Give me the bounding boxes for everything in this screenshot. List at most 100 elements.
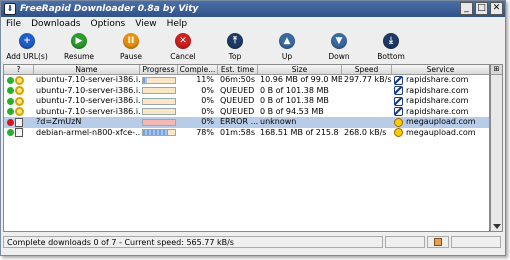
progress-cell	[140, 118, 178, 127]
cancel-button[interactable]: ✕ Cancel	[157, 31, 209, 63]
file-size: unknown	[260, 117, 297, 127]
status-panel	[385, 236, 425, 248]
table-row[interactable]: ?d=ZmUzN 0% ERROR ... unknown megaupload.com	[4, 117, 489, 128]
file-name: ?d=ZmUzN	[36, 117, 82, 127]
file-name: ubuntu-7.10-server-i386.i...	[36, 85, 140, 95]
pause-button[interactable]: II Pause	[105, 31, 157, 63]
status-cell	[4, 86, 34, 96]
column-header-size[interactable]: Size	[258, 65, 342, 74]
menu-downloads[interactable]: Downloads	[26, 19, 85, 29]
column-header-complete[interactable]: Comple...	[178, 65, 218, 74]
service-cell: rapidshare.com	[392, 75, 488, 85]
service-name: megaupload.com	[406, 117, 476, 127]
column-header-speed[interactable]: Speed	[342, 65, 392, 74]
service-name: rapidshare.com	[406, 96, 469, 106]
table-header: ? Name Progress Comple... Est. time Size…	[4, 65, 489, 75]
rapidshare-icon	[394, 107, 403, 117]
toolbar-button-label: Bottom	[377, 52, 405, 61]
service-name: megaupload.com	[406, 127, 476, 137]
top-icon: ⤒	[227, 33, 243, 49]
queued-icon	[15, 107, 24, 117]
bottom-button[interactable]: ⤓ Bottom	[365, 31, 417, 63]
play-icon: ▶	[71, 33, 87, 49]
ok-status-icon	[7, 108, 14, 116]
progress-bar	[142, 118, 176, 126]
ok-status-icon	[7, 129, 14, 137]
file-name: ubuntu-7.10-server-i386.i...	[36, 106, 140, 116]
title-bar[interactable]: ⬇ FreeRapid Downloader 0.8a by Vity _ □ …	[1, 1, 505, 17]
megaupload-icon	[394, 128, 403, 138]
menu-help[interactable]: Help	[162, 19, 193, 29]
file-size: 0 B of 94.53 MB	[260, 106, 324, 116]
down-icon: ▼	[331, 33, 347, 49]
progress-fill	[143, 77, 147, 83]
add-button[interactable]: + Add URL(s)	[1, 31, 53, 63]
est-time: ERROR ...	[220, 117, 258, 127]
toolbar-button-label: Pause	[119, 52, 143, 61]
status-cell	[4, 107, 34, 117]
service-cell: megaupload.com	[392, 117, 488, 127]
vertical-scrollbar[interactable]: ⊞	[490, 64, 503, 232]
toolbar-button-label: Add URL(s)	[6, 52, 48, 61]
complete-percent: 0%	[201, 85, 214, 95]
file-size: 0 B of 101.38 MB	[260, 96, 329, 106]
column-header-est-time[interactable]: Est. time	[218, 65, 258, 74]
progress-bar	[142, 97, 176, 105]
est-time: QUEUED	[220, 85, 255, 95]
status-bar: Complete downloads 0 of 7 - Current spee…	[3, 235, 503, 249]
progress-cell	[140, 107, 178, 116]
queued-icon	[15, 75, 24, 85]
service-cell: rapidshare.com	[392, 107, 488, 117]
table-row[interactable]: ubuntu-7.10-server-i386.i... 0% QUEUED 0 B …	[4, 96, 489, 107]
file-name: ubuntu-7.10-server-i386.i...	[36, 96, 140, 106]
table-row[interactable]: ubuntu-7.10-server-i386.i... 0% QUEUED 0 B …	[4, 107, 489, 118]
column-header-progress[interactable]: Progress	[140, 65, 178, 74]
scroll-down-arrow-icon[interactable]	[493, 224, 501, 229]
toolbar-button-label: Down	[328, 52, 350, 61]
maximize-button[interactable]: □	[475, 2, 488, 15]
status-cell	[4, 75, 34, 85]
est-time: QUEUED	[220, 96, 255, 106]
service-name: rapidshare.com	[406, 75, 469, 85]
status-icon-panel	[427, 236, 449, 248]
clipboard-monitor-icon[interactable]	[434, 238, 442, 246]
progress-bar	[142, 129, 176, 137]
file-name: ubuntu-7.10-server-i386.i...	[36, 75, 140, 85]
progress-cell	[140, 86, 178, 95]
status-cell	[4, 128, 34, 138]
column-header-name[interactable]: Name	[34, 65, 140, 74]
toolbar-button-label: Up	[281, 52, 293, 61]
rapidshare-icon	[394, 75, 403, 85]
up-icon: ▲	[279, 33, 295, 49]
file-icon	[15, 117, 23, 127]
menu-bar: File Downloads Options View Help	[1, 17, 505, 31]
service-cell: rapidshare.com	[392, 86, 488, 96]
table-row[interactable]: ubuntu-7.10-server-i386.i... 0% QUEUED 0 B …	[4, 86, 489, 97]
up-button[interactable]: ▲ Up	[261, 31, 313, 63]
progress-cell	[140, 76, 178, 85]
table-row[interactable]: ubuntu-7.10-server-i386.i... 11% 06m:50s 10…	[4, 75, 489, 86]
table-row[interactable]: debian-armel-n800-xfce-... 78% 01m:58s 168.…	[4, 128, 489, 139]
column-chooser-icon[interactable]: ⊞	[491, 65, 502, 75]
play-button[interactable]: ▶ Resume	[53, 31, 105, 63]
menu-file[interactable]: File	[1, 19, 26, 29]
menu-view[interactable]: View	[130, 19, 161, 29]
rapidshare-icon	[394, 96, 403, 106]
service-name: rapidshare.com	[406, 106, 469, 116]
menu-options[interactable]: Options	[86, 19, 131, 29]
file-size: 0 B of 101.38 MB	[260, 85, 329, 95]
file-size: 10.96 MB of 99.0 MB	[260, 75, 342, 85]
queued-icon	[15, 96, 24, 106]
minimize-button[interactable]: _	[460, 2, 473, 15]
column-header-status[interactable]: ?	[4, 65, 34, 74]
close-button[interactable]: ✕	[490, 2, 503, 15]
file-icon	[15, 128, 23, 138]
progress-cell	[140, 128, 178, 137]
download-speed: 268.0 kB/s	[344, 127, 387, 137]
progress-bar	[142, 76, 176, 84]
progress-cell	[140, 97, 178, 106]
top-button[interactable]: ⤒ Top	[209, 31, 261, 63]
down-button[interactable]: ▼ Down	[313, 31, 365, 63]
column-header-service[interactable]: Service	[392, 65, 489, 74]
status-panel-right	[451, 236, 501, 248]
